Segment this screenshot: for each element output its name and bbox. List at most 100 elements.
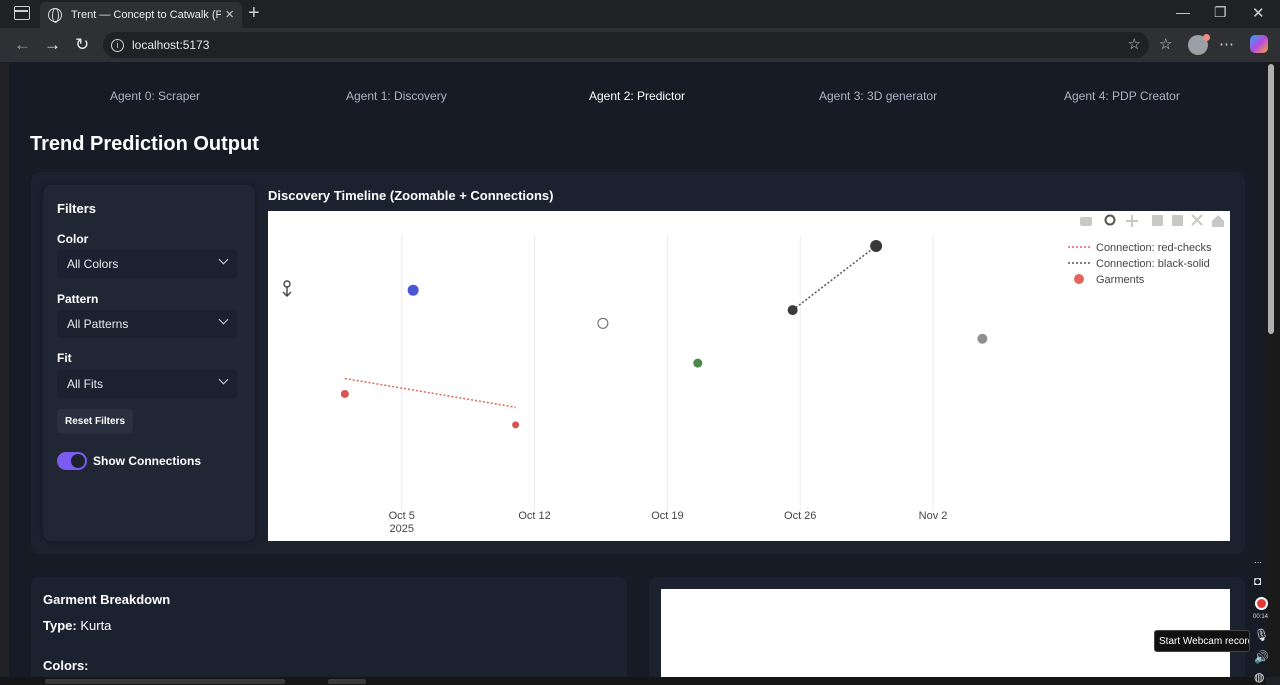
garment-point [512,421,520,429]
app-page: Agent 0: Scraper Agent 1: Discovery Agen… [9,62,1266,677]
recorder-menu-icon[interactable]: ⋯ [1254,558,1262,567]
restore-icon[interactable]: ❐ [1214,4,1227,21]
chart-connections [344,245,877,408]
minimize-icon[interactable]: — [1176,4,1190,20]
fit-filter-label: Fit [57,351,72,365]
chart-grid [401,235,934,511]
garment-point [597,317,609,329]
page-title: Trend Prediction Output [30,133,259,155]
filters-heading: Filters [57,201,97,216]
profile-avatar[interactable] [1188,34,1210,55]
pattern-filter-label: Pattern [57,292,99,306]
fit-filter-value: All Fits [67,377,103,391]
garment-point [693,358,703,368]
garment-point [870,240,883,253]
preview-panel [661,589,1230,677]
back-icon[interactable]: ← [14,35,31,55]
forward-icon[interactable]: → [44,35,61,55]
garment-breakdown-title: Garment Breakdown [43,592,171,607]
close-window-icon[interactable]: ✕ [1252,4,1265,22]
garment-colors-label: Colors: [43,658,89,673]
nav-agent-0[interactable]: Agent 0: Scraper [110,89,200,103]
legend-swatch [1074,274,1084,284]
color-filter-value: All Colors [67,257,119,271]
legend-label: Garments [1096,274,1145,286]
zoom-in-icon[interactable] [1152,215,1163,226]
garment-type-label: Type: [43,618,77,633]
zoom-out-icon[interactable] [1172,215,1183,226]
x-tick-label: Oct 5 [389,510,415,522]
x-tick-label: Oct 26 [784,510,816,522]
favorites-icon[interactable]: ☆ [1159,35,1172,53]
x-year-label: 2025 [390,523,414,535]
fit-filter-select[interactable]: All Fits [57,370,237,398]
filters-panel: Filters Color All Colors Pattern All Pat… [43,185,255,541]
legend-label: Connection: black-solid [1096,258,1210,270]
scrollbar-thumb[interactable] [1268,64,1274,334]
reload-icon[interactable]: ↻ [75,35,89,55]
copilot-icon[interactable] [1250,35,1268,53]
tab-sidebar-icon[interactable] [14,6,30,20]
x-tick-label: Nov 2 [919,510,948,522]
chart-title: Discovery Timeline (Zoomable + Connectio… [268,188,554,203]
chevron-down-icon [218,254,229,265]
reset-axes-icon[interactable] [1212,215,1224,227]
timeline-chart[interactable]: Oct 5 Oct 12 Oct 19 Oct 26 Nov 2 2025 Connect… [268,211,1230,541]
url-bar[interactable]: i localhost:5173 ☆ [103,32,1149,58]
garment-type-value: Kurta [80,618,112,633]
color-filter-label: Color [57,232,89,246]
chevron-down-icon [218,374,229,385]
webcam-icon[interactable]: ◍ [1254,670,1264,684]
chart-modebar [1080,214,1224,227]
favorite-star-icon[interactable]: ☆ [1128,35,1141,53]
camera-icon[interactable] [1080,217,1092,226]
close-tab-icon[interactable]: × [225,6,234,23]
cursor-icon [282,280,292,297]
connection-line [792,245,877,311]
reset-filters-button[interactable]: Reset Filters [57,409,133,433]
x-tick-label: Oct 19 [651,510,683,522]
pan-icon[interactable] [1126,215,1138,227]
pattern-filter-select[interactable]: All Patterns [57,310,237,338]
nav-agent-2[interactable]: Agent 2: Predictor [589,89,685,103]
x-tick-label: Oct 12 [518,510,550,522]
screenshot-icon[interactable]: ◘ [1254,574,1261,588]
tab-title: Trent — Concept to Catwalk (PoC) [71,9,221,21]
webcam-tooltip: Start Webcam recording [1154,630,1250,652]
chevron-down-icon [218,314,229,325]
speaker-icon[interactable]: 🔊 [1254,650,1269,664]
nav-agent-4[interactable]: Agent 4: PDP Creator [1064,89,1180,103]
zoom-icon[interactable] [1104,214,1116,226]
chart-x-ticks: Oct 5 Oct 12 Oct 19 Oct 26 Nov 2 2025 [389,510,948,535]
horizontal-scrollbar-thumb[interactable] [45,679,285,684]
chart-legend: Connection: red-checks Connection: black-… [1068,242,1212,286]
legend-label: Connection: red-checks [1096,242,1212,254]
garment-point [340,389,349,398]
site-info-icon[interactable]: i [111,38,124,52]
garment-point [977,333,988,344]
more-menu-icon[interactable]: ⋯ [1219,35,1234,53]
garment-point [787,305,798,316]
show-connections-label: Show Connections [93,454,201,468]
browser-tab[interactable]: Trent — Concept to Catwalk (PoC) × [40,2,242,28]
connection-line [344,377,516,408]
browser-tab-bar: Trent — Concept to Catwalk (PoC) × + — ❐… [0,0,1280,28]
garment-type: Type: Kurta [43,618,111,633]
new-tab-icon[interactable]: + [248,2,260,25]
horizontal-scrollbar-thumb[interactable] [328,679,366,684]
autoscale-icon[interactable] [1191,214,1203,226]
record-icon[interactable] [1255,597,1268,610]
recording-timer: 00:14 [1253,614,1269,620]
recorder-toolbar: ⋯ ◘ 🎙 🔊 ◍ [1250,558,1274,685]
globe-icon [48,8,62,23]
timeline-chart-svg[interactable]: Oct 5 Oct 12 Oct 19 Oct 26 Nov 2 2025 Connect… [268,211,1230,541]
chart-points [340,240,988,429]
nav-agent-3[interactable]: Agent 3: 3D generator [819,89,937,103]
microphone-icon[interactable]: 🎙 [1254,628,1269,642]
show-connections-toggle[interactable] [57,452,87,470]
color-filter-select[interactable]: All Colors [57,250,237,278]
nav-agent-1[interactable]: Agent 1: Discovery [346,89,447,103]
garment-point [407,284,419,296]
url-text: localhost:5173 [132,38,210,52]
pattern-filter-value: All Patterns [67,317,129,331]
